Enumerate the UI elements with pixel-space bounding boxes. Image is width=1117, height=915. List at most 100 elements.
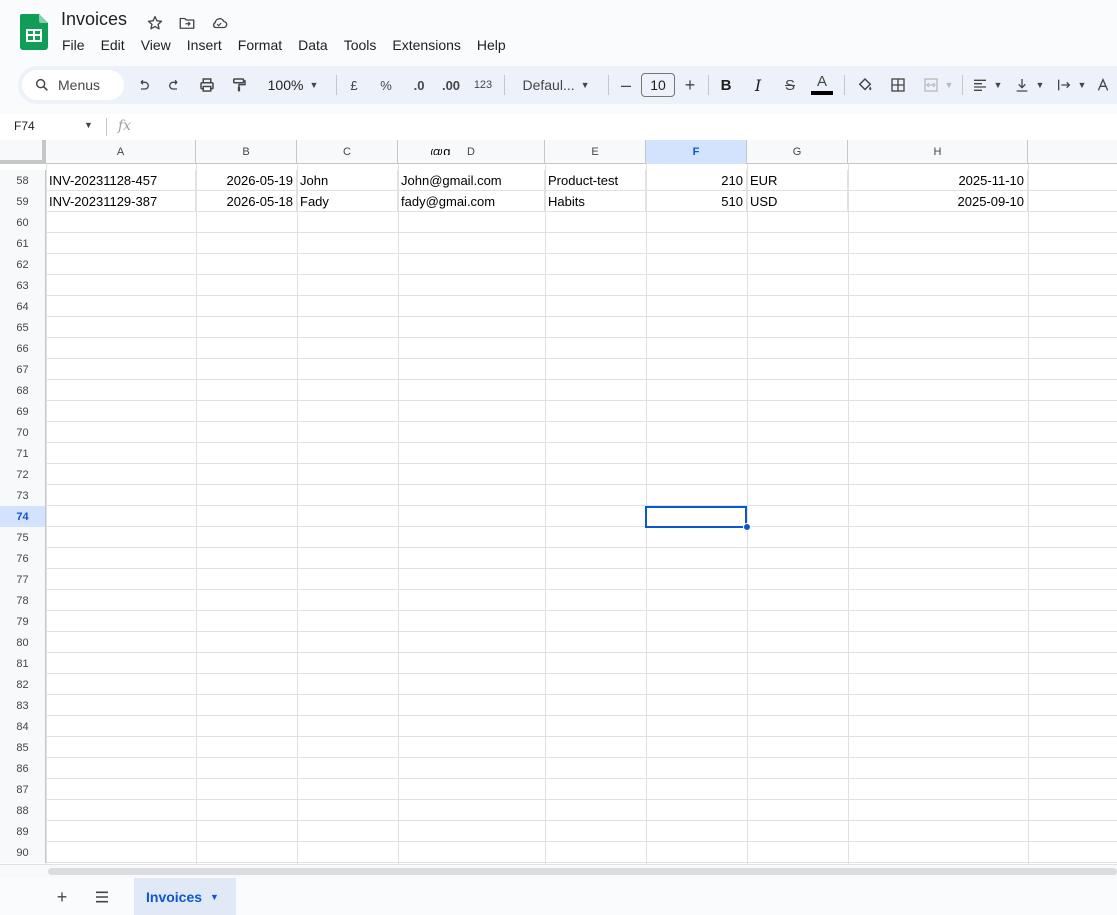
row-header-65[interactable]: 65 xyxy=(0,317,46,338)
more-formats-button[interactable]: 123 xyxy=(471,66,495,104)
row-header-88[interactable]: 88 xyxy=(0,800,46,821)
menu-tools[interactable]: Tools xyxy=(336,35,385,55)
menu-data[interactable]: Data xyxy=(290,35,336,55)
cell-a58[interactable]: INV-20231128-457 xyxy=(46,170,196,191)
scrollbar-thumb[interactable] xyxy=(48,868,1117,875)
undo-icon[interactable] xyxy=(132,66,154,104)
row-header-68[interactable]: 68 xyxy=(0,380,46,401)
move-folder-icon[interactable] xyxy=(177,13,197,33)
spreadsheet-grid[interactable]: ABCDEFGH @g 58INV-20231128-4572026-05-19… xyxy=(0,140,1117,864)
row-header-77[interactable]: 77 xyxy=(0,569,46,590)
row-header-89[interactable]: 89 xyxy=(0,821,46,842)
cell-c58[interactable]: John xyxy=(297,170,398,191)
row-header-84[interactable]: 84 xyxy=(0,716,46,737)
sheets-logo-icon[interactable] xyxy=(20,14,48,50)
menu-format[interactable]: Format xyxy=(230,35,290,55)
strikethrough-button[interactable]: S xyxy=(780,66,800,104)
percent-format-button[interactable]: % xyxy=(375,66,397,104)
row-header-85[interactable]: 85 xyxy=(0,737,46,758)
column-header-d[interactable]: D xyxy=(398,140,545,164)
row-header-78[interactable]: 78 xyxy=(0,590,46,611)
fill-handle[interactable] xyxy=(743,523,751,531)
horizontal-align-icon[interactable]: ▼ xyxy=(970,66,1004,104)
row-header-59[interactable]: 59 xyxy=(0,191,46,212)
active-cell-selection[interactable] xyxy=(645,506,747,528)
cell-e59[interactable]: Habits xyxy=(545,191,646,212)
print-icon[interactable] xyxy=(196,66,218,104)
menu-file[interactable]: File xyxy=(54,35,93,55)
menu-insert[interactable]: Insert xyxy=(179,35,230,55)
column-header-h[interactable]: H xyxy=(848,140,1028,164)
font-size-input[interactable]: 10 xyxy=(641,73,675,97)
menu-help[interactable]: Help xyxy=(469,35,514,55)
row-header-58[interactable]: 58 xyxy=(0,170,46,191)
cell-d59[interactable]: fady@gmai.com xyxy=(398,191,545,212)
menu-view[interactable]: View xyxy=(133,35,179,55)
column-header-a[interactable]: A xyxy=(46,140,196,164)
text-wrapping-icon[interactable]: ▼ xyxy=(1054,66,1088,104)
cell-e58[interactable]: Product-test xyxy=(545,170,646,191)
row-header-71[interactable]: 71 xyxy=(0,443,46,464)
row-header-82[interactable]: 82 xyxy=(0,674,46,695)
row-header-74[interactable]: 74 xyxy=(0,506,46,527)
row-header-67[interactable]: 67 xyxy=(0,359,46,380)
cell-d58[interactable]: John@gmail.com xyxy=(398,170,545,191)
row-header-76[interactable]: 76 xyxy=(0,548,46,569)
bold-button[interactable]: B xyxy=(716,66,736,104)
cell-g59[interactable]: USD xyxy=(747,191,848,212)
cell-g58[interactable]: EUR xyxy=(747,170,848,191)
column-header-g[interactable]: G xyxy=(747,140,848,164)
row-header-62[interactable]: 62 xyxy=(0,254,46,275)
row-header-79[interactable]: 79 xyxy=(0,611,46,632)
horizontal-scrollbar[interactable] xyxy=(0,864,1117,878)
redo-icon[interactable] xyxy=(164,66,186,104)
increase-font-size-button[interactable]: + xyxy=(680,66,700,104)
row-header-87[interactable]: 87 xyxy=(0,779,46,800)
cell-b58[interactable]: 2026-05-19 xyxy=(196,170,297,191)
menu-extensions[interactable]: Extensions xyxy=(384,35,468,55)
currency-format-button[interactable]: £ xyxy=(344,66,364,104)
menu-edit[interactable]: Edit xyxy=(93,35,133,55)
search-menus-button[interactable]: Menus xyxy=(22,70,124,100)
decrease-decimal-button[interactable]: .0 xyxy=(407,66,431,104)
row-header-75[interactable]: 75 xyxy=(0,527,46,548)
cell-a59[interactable]: INV-20231129-387 xyxy=(46,191,196,212)
column-header-c[interactable]: C xyxy=(297,140,398,164)
add-sheet-icon[interactable]: + xyxy=(51,886,73,908)
sheet-tab-invoices[interactable]: Invoices ▼ xyxy=(134,878,236,915)
row-header-61[interactable]: 61 xyxy=(0,233,46,254)
merge-cells-icon[interactable]: ▼ xyxy=(918,66,958,104)
zoom-select[interactable]: 100% ▼ xyxy=(262,66,324,104)
row-header-90[interactable]: 90 xyxy=(0,842,46,863)
cell-f58[interactable]: 210 xyxy=(646,170,747,191)
cell-f59[interactable]: 510 xyxy=(646,191,747,212)
row-header-72[interactable]: 72 xyxy=(0,464,46,485)
chevron-down-icon[interactable]: ▼ xyxy=(210,892,219,902)
row-header-73[interactable]: 73 xyxy=(0,485,46,506)
row-header-63[interactable]: 63 xyxy=(0,275,46,296)
all-sheets-icon[interactable] xyxy=(91,886,113,908)
increase-decimal-button[interactable]: .00 xyxy=(437,66,465,104)
row-header-83[interactable]: 83 xyxy=(0,695,46,716)
column-header-b[interactable]: B xyxy=(196,140,297,164)
row-header-69[interactable]: 69 xyxy=(0,401,46,422)
row-header-80[interactable]: 80 xyxy=(0,632,46,653)
name-box[interactable]: F74 xyxy=(14,119,35,133)
cell-c59[interactable]: Fady xyxy=(297,191,398,212)
italic-button[interactable]: I xyxy=(748,66,768,104)
text-rotation-icon[interactable] xyxy=(1094,66,1112,104)
paint-format-icon[interactable] xyxy=(228,66,250,104)
cell-b59[interactable]: 2026-05-18 xyxy=(196,191,297,212)
select-all-corner[interactable] xyxy=(0,140,46,164)
row-header-66[interactable]: 66 xyxy=(0,338,46,359)
text-color-button[interactable]: A xyxy=(810,66,834,104)
star-icon[interactable] xyxy=(145,13,165,33)
decrease-font-size-button[interactable]: – xyxy=(616,66,636,104)
column-header-f[interactable]: F xyxy=(646,140,747,164)
row-header-60[interactable]: 60 xyxy=(0,212,46,233)
row-header-70[interactable]: 70 xyxy=(0,422,46,443)
cloud-saved-icon[interactable] xyxy=(209,13,229,33)
cell-h59[interactable]: 2025-09-10 xyxy=(848,191,1028,212)
column-header-e[interactable]: E xyxy=(545,140,646,164)
document-title[interactable]: Invoices xyxy=(61,9,127,30)
